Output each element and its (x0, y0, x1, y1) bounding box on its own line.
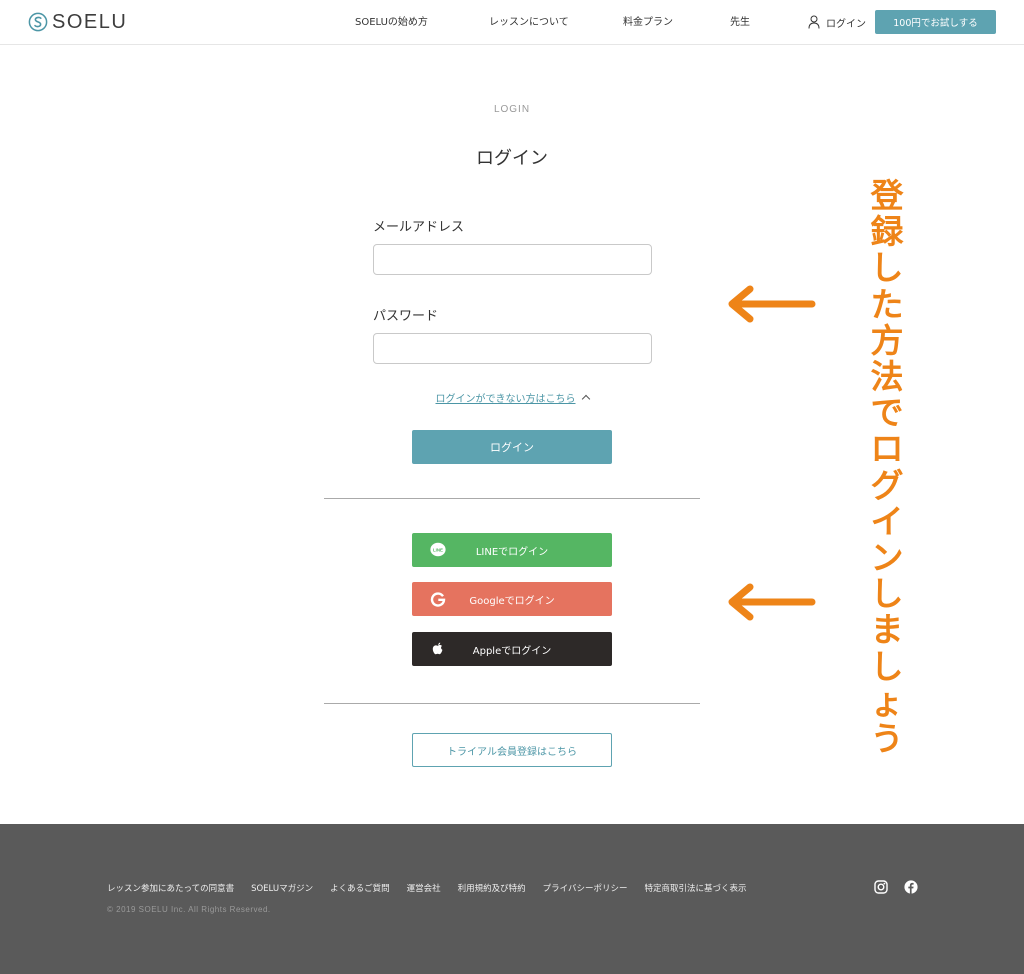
logo-text: SOELU (52, 10, 128, 33)
footer-link-privacy[interactable]: プライバシーポリシー (543, 882, 628, 894)
user-icon (808, 15, 820, 29)
login-button[interactable]: ログイン (412, 430, 612, 464)
left-arrow-icon (728, 285, 816, 323)
divider (324, 498, 700, 499)
password-label: パスワード (373, 309, 439, 324)
password-field[interactable] (373, 333, 652, 364)
google-login-label: Googleでログイン (469, 595, 555, 607)
soelu-s-logo-icon (28, 12, 48, 32)
google-icon (430, 592, 446, 607)
apple-login-label: Appleでログイン (472, 645, 552, 657)
instagram-icon[interactable] (874, 880, 888, 894)
nav-pricing[interactable]: 料金プラン (623, 0, 673, 45)
apple-login-button[interactable]: Appleでログイン (412, 632, 612, 666)
page-title: ログイン (476, 148, 548, 169)
site-footer: レッスン参加にあたっての同意書 SOELUマガジン よくあるご質問 運営会社 利… (0, 824, 1024, 974)
footer-link-commerce-law[interactable]: 特定商取引法に基づく表示 (644, 882, 746, 894)
line-login-button[interactable]: LINE LINEでログイン (412, 533, 612, 567)
email-field[interactable] (373, 244, 652, 275)
left-arrow-icon (728, 583, 816, 621)
copyright: © 2019 SOELU Inc. All Rights Reserved. (107, 905, 271, 914)
email-label: メールアドレス (373, 220, 465, 235)
logo[interactable]: SOELU (28, 10, 127, 34)
footer-links: レッスン参加にあたっての同意書 SOELUマガジン よくあるご質問 運営会社 利… (107, 882, 763, 894)
line-icon: LINE (430, 542, 446, 557)
annotation-text: 登 録 し た 方 法 で ロ グ イ ン し ま し ょ う (870, 176, 904, 759)
line-icon-text: LINE (433, 548, 443, 553)
site-header: SOELU SOELUの始め方 レッスンについて 料金プラン 先生 ログイン 1… (0, 0, 1024, 45)
login-help-link[interactable]: ログインができない方はこちら (436, 394, 576, 405)
page-eyebrow: LOGIN (493, 104, 531, 115)
footer-link-consent[interactable]: レッスン参加にあたっての同意書 (107, 882, 234, 894)
footer-link-terms[interactable]: 利用規約及び特約 (458, 882, 526, 894)
divider (324, 703, 700, 704)
footer-link-company[interactable]: 運営会社 (407, 882, 441, 894)
apple-icon (432, 642, 443, 655)
nav-teachers[interactable]: 先生 (730, 0, 750, 45)
line-login-label: LINEでログイン (475, 546, 549, 558)
chevron-up-icon (581, 394, 590, 404)
trial-register-button[interactable]: トライアル会員登録はこちら (412, 733, 612, 767)
footer-link-magazine[interactable]: SOELUマガジン (251, 882, 313, 894)
facebook-icon[interactable] (904, 880, 918, 894)
footer-link-faq[interactable]: よくあるご質問 (330, 882, 390, 894)
nav-how-to-start[interactable]: SOELUの始め方 (355, 0, 428, 45)
google-login-button[interactable]: Googleでログイン (412, 582, 612, 616)
header-trial-button[interactable]: 100円でお試しする (875, 10, 996, 34)
header-login-label: ログイン (826, 18, 866, 30)
nav-about-lessons[interactable]: レッスンについて (489, 0, 569, 45)
header-login-link[interactable]: ログイン (808, 12, 866, 32)
